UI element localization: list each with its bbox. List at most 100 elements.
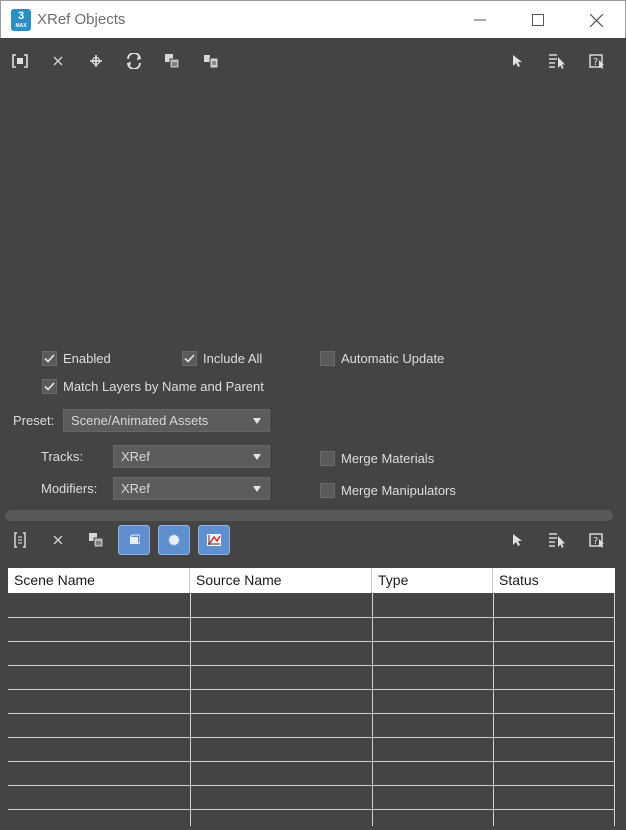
checkbox-box [320,482,335,498]
help-icon: ? [589,533,604,548]
select-list-icon [549,54,565,69]
object-help-button[interactable]: ? [584,527,610,553]
checkbox-box [320,450,335,466]
preset-value: Scene/Animated Assets [71,413,209,428]
refresh-button[interactable] [121,48,147,74]
select-button[interactable] [504,48,530,74]
table-row [8,689,615,690]
panel-splitter-scrollbar[interactable] [5,510,613,521]
dropdown-arrow-icon [253,486,261,492]
checkbox-box [320,350,335,366]
include-all-checkbox[interactable]: Include All [182,350,262,366]
modifiers-value: XRef [121,481,150,496]
minimize-icon [474,19,486,21]
merge-materials-label: Merge Materials [341,450,435,466]
merge-materials-checkbox[interactable]: Merge Materials [320,450,434,466]
refresh-icon [127,53,141,69]
checkmark-icon [184,353,195,363]
add-xref-button[interactable] [7,48,33,74]
merge-manipulators-label: Merge Manipulators [341,482,456,498]
table-row [8,761,615,762]
tracks-dropdown[interactable]: XRef [113,445,270,468]
merge-manipulators-checkbox[interactable]: Merge Manipulators [320,482,456,498]
checkmark-icon [44,353,55,363]
column-divider [190,593,191,826]
table-row [8,737,615,738]
modifiers-dropdown[interactable]: XRef [113,477,270,500]
filter-controllers-toggle[interactable] [198,525,230,555]
merge-button[interactable] [159,48,185,74]
automatic-update-checkbox[interactable]: Automatic Update [320,350,444,366]
column-header-status[interactable]: Status [493,568,615,593]
table-row [8,809,615,810]
select-object-button[interactable] [504,527,530,553]
table-row [8,665,615,666]
table-header: Scene Name Source Name Type Status [8,568,615,593]
dropdown-arrow-icon [253,418,261,424]
enabled-label: Enabled [63,350,111,366]
select-arrow-icon [513,55,522,67]
remove-object-button[interactable] [45,527,71,553]
convert-button[interactable] [198,48,224,74]
svg-text:?: ? [593,536,598,547]
tracks-label: Tracks: [41,449,84,464]
add-xref-icon [12,54,28,68]
controller-icon [207,534,221,546]
maximize-icon [532,14,544,26]
checkbox-box [42,350,57,366]
help-button[interactable]: ? [584,48,610,74]
filter-objects-toggle[interactable] [118,525,150,555]
object-cube-icon [129,534,140,545]
table-row [8,641,615,642]
column-divider [614,593,615,826]
maximize-button[interactable] [515,1,561,39]
checkbox-box [182,350,197,366]
add-object-button[interactable] [7,527,33,553]
remove-xref-button[interactable] [45,48,71,74]
app-logo-icon: 3 MAX [11,9,31,31]
close-button[interactable] [573,1,619,39]
minimize-button[interactable] [457,1,503,39]
checkmark-icon [44,381,55,391]
table-row [8,785,615,786]
select-object-list-button[interactable] [544,527,570,553]
close-icon [589,13,603,27]
svg-text:?: ? [593,57,598,68]
select-arrow-icon [513,534,522,546]
xref-objects-table[interactable]: Scene Name Source Name Type Status [8,568,615,826]
title-bar: 3 MAX XRef Objects [0,0,626,38]
merge-object-button[interactable] [83,527,109,553]
column-header-scene-name[interactable]: Scene Name [8,568,190,593]
tracks-value: XRef [121,449,150,464]
dropdown-arrow-icon [253,454,261,460]
sphere-icon [168,534,180,546]
column-header-type[interactable]: Type [372,568,493,593]
remove-icon [53,535,63,545]
match-layers-checkbox[interactable]: Match Layers by Name and Parent [42,378,264,394]
table-row [8,713,615,714]
select-list-icon [549,533,565,548]
include-all-label: Include All [203,350,263,366]
preset-dropdown[interactable]: Scene/Animated Assets [63,409,270,432]
window-title: XRef Objects [37,11,126,28]
modifiers-label: Modifiers: [41,481,98,496]
add-object-icon [14,532,26,548]
merge-icon [165,54,180,69]
merge-icon [89,533,104,548]
column-header-source-name[interactable]: Source Name [190,568,372,593]
column-divider [372,593,373,826]
table-row [8,617,615,618]
help-icon: ? [589,54,604,69]
add-crosshair-icon [90,55,102,67]
remove-icon [53,56,63,66]
enabled-checkbox[interactable]: Enabled [42,350,111,366]
column-divider [493,593,494,826]
add-crosshair-button[interactable] [83,48,109,74]
checkbox-box [42,378,57,394]
filter-materials-toggle[interactable] [158,525,190,555]
match-layers-label: Match Layers by Name and Parent [63,378,264,394]
automatic-update-label: Automatic Update [341,350,445,366]
convert-icon [204,55,219,69]
preset-label: Preset: [13,413,55,428]
select-list-button[interactable] [544,48,570,74]
